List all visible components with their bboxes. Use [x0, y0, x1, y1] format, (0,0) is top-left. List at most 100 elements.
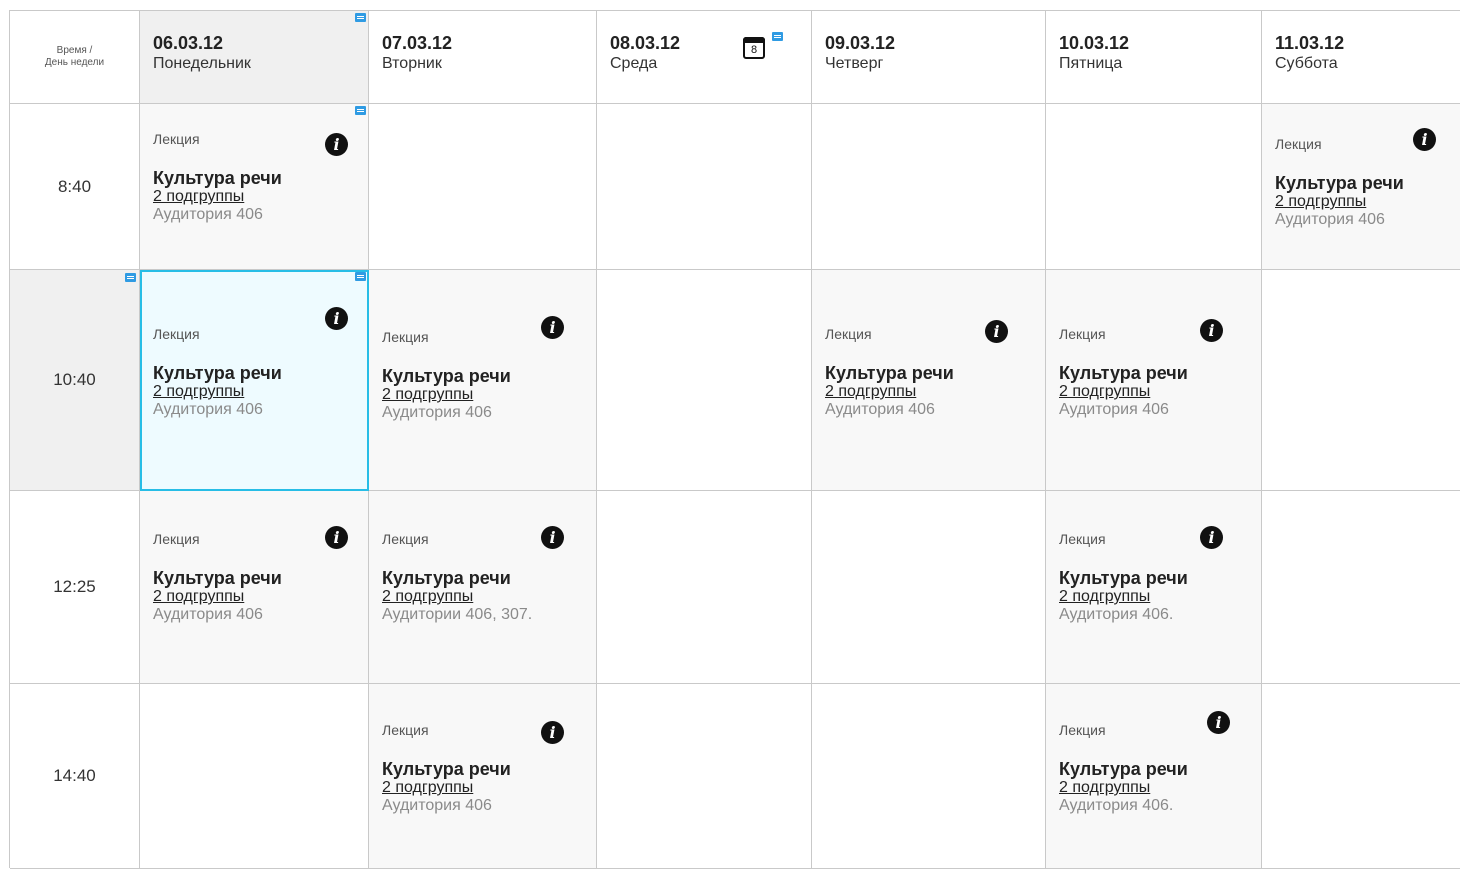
lesson: Лекция Культура речи 2 подгруппы Аудитор…	[825, 326, 1045, 419]
lesson: Лекция Культура речи 2 подгруппы Аудитор…	[382, 722, 596, 815]
lesson-cell[interactable]: i Лекция Культура речи 2 подгруппы Аудит…	[812, 270, 1046, 491]
lesson-room: Аудитория 406	[1059, 401, 1169, 418]
lesson-cell[interactable]: i Лекция Культура речи 2 подгруппы Аудит…	[1262, 104, 1460, 270]
lesson-cell-selected[interactable]: i Лекция Культура речи 2 подгруппы Аудит…	[140, 270, 369, 491]
lesson-groups-link[interactable]: 2 подгруппы	[382, 588, 596, 606]
empty-cell[interactable]	[597, 684, 812, 869]
lesson-groups-link[interactable]: 2 подгруппы	[382, 779, 596, 797]
lesson: Лекция Культура речи 2 подгруппы Аудитор…	[1059, 722, 1261, 815]
lesson-type: Лекция	[153, 531, 200, 547]
lesson: Лекция Культура речи 2 подгруппы Аудитор…	[1059, 531, 1261, 624]
day-name: Понедельник	[153, 55, 251, 72]
time-slot: 14:40	[10, 684, 140, 869]
empty-cell[interactable]	[1262, 270, 1460, 491]
empty-cell[interactable]	[812, 491, 1046, 684]
empty-cell[interactable]	[812, 104, 1046, 270]
lesson-type: Лекция	[382, 722, 429, 738]
lesson-cell[interactable]: i Лекция Культура речи 2 подгруппы Аудит…	[369, 684, 597, 869]
lesson-cell[interactable]: i Лекция Культура речи 2 подгруппы Аудит…	[369, 270, 597, 491]
lesson-room: Аудитории 406, 307.	[382, 606, 533, 623]
day-name: Суббота	[1275, 55, 1338, 72]
time-label: 14:40	[53, 766, 96, 785]
lesson-groups-link[interactable]: 2 подгруппы	[1059, 383, 1261, 401]
day-header-monday[interactable]: 06.03.12 Понедельник	[140, 11, 369, 104]
lesson: Лекция Культура речи 2 подгруппы Аудитор…	[153, 531, 368, 624]
lesson-subject: Культура речи	[382, 759, 511, 779]
lesson-subject: Культура речи	[1059, 759, 1188, 779]
lesson-room: Аудитория 406	[153, 606, 263, 623]
day-name: Вторник	[382, 55, 442, 72]
lesson-type: Лекция	[382, 531, 429, 547]
lesson-groups-link[interactable]: 2 подгруппы	[153, 383, 368, 401]
day-header-friday[interactable]: 10.03.12 Пятница	[1046, 11, 1262, 104]
lesson-subject: Культура речи	[1059, 568, 1188, 588]
lesson-type: Лекция	[825, 326, 872, 342]
lesson-room: Аудитория 406	[382, 404, 492, 421]
time-label: 8:40	[57, 176, 92, 196]
empty-cell[interactable]	[597, 270, 812, 491]
day-header-saturday[interactable]: 11.03.12 Суббота	[1262, 11, 1460, 104]
day-header-tuesday[interactable]: 07.03.12 Вторник	[369, 11, 597, 104]
empty-cell[interactable]	[1262, 491, 1460, 684]
empty-cell[interactable]	[140, 684, 369, 869]
time-slot: 10:40	[10, 270, 140, 491]
lesson-cell[interactable]: i Лекция Культура речи 2 подгруппы Аудит…	[1046, 491, 1262, 684]
day-date: 06.03.12	[153, 33, 224, 53]
lesson-groups-link[interactable]: 2 подгруппы	[153, 588, 368, 606]
lesson-room: Аудитория 406	[382, 797, 492, 814]
corner-label-weekday: День недели	[44, 57, 105, 68]
day-header-wednesday[interactable]: 08.03.12 Среда 8	[597, 11, 812, 104]
lesson-groups-link[interactable]: 2 подгруппы	[1275, 193, 1460, 211]
lesson-cell[interactable]: i Лекция Культура речи 2 подгруппы Аудит…	[140, 491, 369, 684]
day-name: Четверг	[825, 55, 884, 72]
lesson-room: Аудитория 406	[825, 401, 935, 418]
time-slot: 12:25	[10, 491, 140, 684]
lesson-type: Лекция	[153, 131, 200, 147]
time-label: 10:40	[53, 370, 96, 389]
note-icon[interactable]	[355, 106, 366, 115]
lesson-type: Лекция	[1275, 136, 1322, 152]
day-name: Среда	[610, 55, 658, 72]
day-date: 10.03.12	[1059, 33, 1130, 53]
day-date: 11.03.12	[1275, 33, 1345, 53]
lesson-groups-link[interactable]: 2 подгруппы	[1059, 588, 1261, 606]
note-icon[interactable]	[125, 273, 136, 282]
lesson-groups-link[interactable]: 2 подгруппы	[1059, 779, 1261, 797]
lesson: Лекция Культура речи 2 подгруппы Аудитор…	[382, 531, 596, 624]
lesson-type: Лекция	[1059, 531, 1106, 547]
lesson-subject: Культура речи	[1059, 363, 1188, 383]
empty-cell[interactable]	[369, 104, 597, 270]
lesson-type: Лекция	[1059, 722, 1106, 738]
lesson-subject: Культура речи	[825, 363, 954, 383]
lesson-cell[interactable]: i Лекция Культура речи 2 подгруппы Аудит…	[140, 104, 369, 270]
lesson-cell[interactable]: i Лекция Культура речи 2 подгруппы Аудит…	[1046, 270, 1262, 491]
note-icon[interactable]	[355, 13, 366, 22]
lesson-groups-link[interactable]: 2 подгруппы	[153, 188, 368, 206]
lesson-subject: Культура речи	[153, 568, 282, 588]
calendar-icon[interactable]: 8	[743, 37, 765, 59]
lesson-cell[interactable]: i Лекция Культура речи 2 подгруппы Аудит…	[369, 491, 597, 684]
empty-cell[interactable]	[812, 684, 1046, 869]
lesson-type: Лекция	[1059, 326, 1106, 342]
corner-header: Время / День недели	[10, 11, 140, 104]
lesson-groups-link[interactable]: 2 подгруппы	[825, 383, 1045, 401]
lesson: Лекция Культура речи 2 подгруппы Аудитор…	[1059, 326, 1261, 419]
empty-cell[interactable]	[597, 104, 812, 270]
lesson-room: Аудитория 406	[153, 206, 263, 223]
lesson-room: Аудитория 406.	[1059, 797, 1174, 814]
lesson-subject: Культура речи	[382, 366, 511, 386]
lesson-groups-link[interactable]: 2 подгруппы	[382, 386, 596, 404]
note-icon[interactable]	[772, 32, 783, 41]
calendar-icon-top	[743, 37, 765, 43]
empty-cell[interactable]	[1046, 104, 1262, 270]
empty-cell[interactable]	[1262, 684, 1460, 869]
lesson: Лекция Культура речи 2 подгруппы Аудитор…	[1275, 136, 1460, 229]
lesson-subject: Культура речи	[153, 168, 282, 188]
day-name: Пятница	[1059, 55, 1123, 72]
lesson-cell[interactable]: i Лекция Культура речи 2 подгруппы Аудит…	[1046, 684, 1262, 869]
note-icon[interactable]	[355, 272, 366, 281]
lesson: Лекция Культура речи 2 подгруппы Аудитор…	[153, 131, 368, 224]
empty-cell[interactable]	[597, 491, 812, 684]
lesson-type: Лекция	[382, 329, 429, 345]
day-header-thursday[interactable]: 09.03.12 Четверг	[812, 11, 1046, 104]
